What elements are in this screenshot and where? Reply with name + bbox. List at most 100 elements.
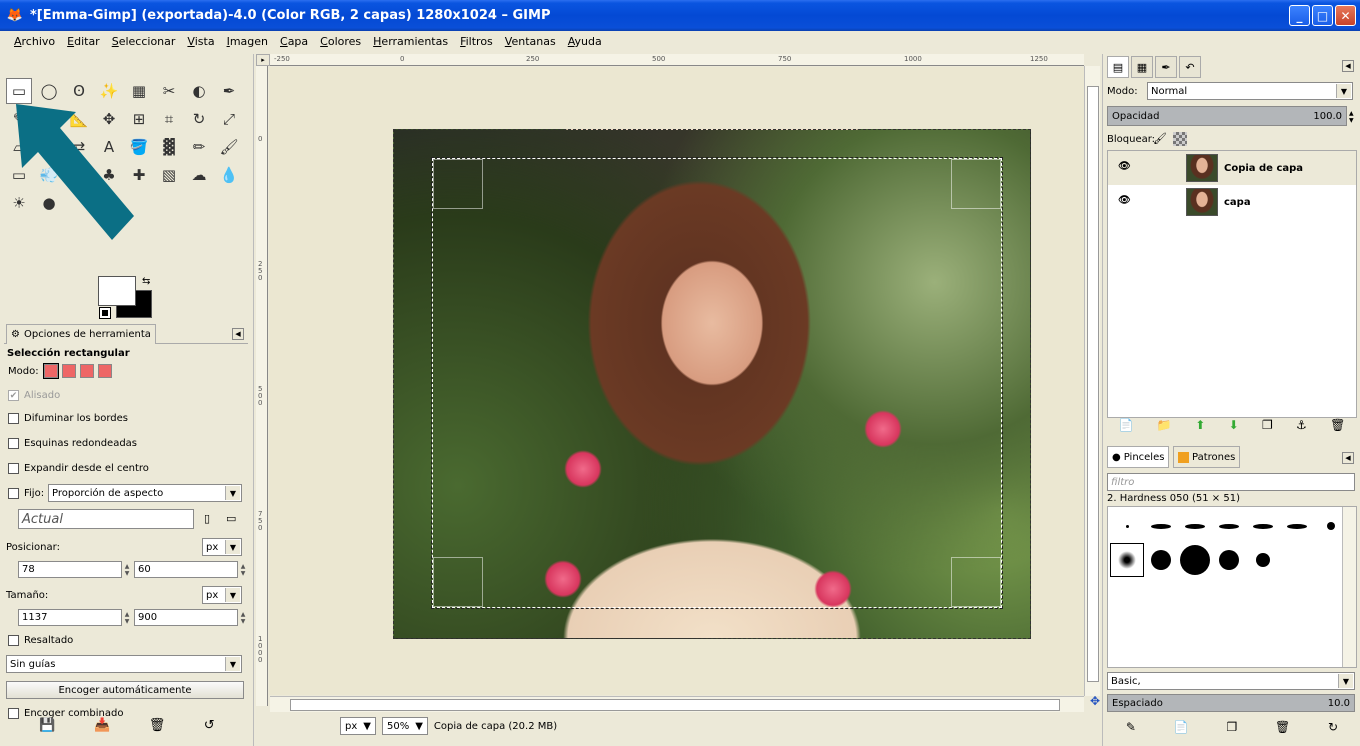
perspective-clone-icon[interactable]: ▧ [156, 162, 182, 188]
minimize-button[interactable]: _ [1289, 5, 1310, 26]
size-h-field[interactable]: 900 [134, 609, 238, 626]
brush-filter-input[interactable]: filtro [1107, 473, 1355, 491]
collapse-icon[interactable]: ◀ [1342, 452, 1354, 464]
rounded-row[interactable]: Esquinas redondeadas [8, 438, 137, 449]
brush-item[interactable] [1212, 509, 1246, 543]
layer-row[interactable]: 👁 Copia de capa [1108, 151, 1356, 185]
new-layer-icon[interactable]: 📄 [1119, 418, 1134, 438]
horizontal-scroll-thumb[interactable] [290, 699, 1060, 711]
highlight-row[interactable]: Resaltado [8, 635, 73, 646]
brush-item[interactable] [1280, 577, 1314, 611]
feather-row[interactable]: Difuminar los bordes [8, 413, 128, 424]
expand-checkbox[interactable] [8, 463, 19, 474]
brush-item[interactable] [1280, 543, 1314, 577]
size-unit-select[interactable]: px ▼ [202, 586, 242, 604]
brush-item[interactable] [1110, 509, 1144, 543]
position-unit-select[interactable]: px ▼ [202, 538, 242, 556]
shear-icon[interactable]: ▱ [6, 134, 32, 160]
magic-wand-icon[interactable]: ✨ [96, 78, 122, 104]
rect-select-icon[interactable]: ▭ [6, 78, 32, 104]
swap-colors-icon[interactable]: ⇆ [142, 276, 150, 287]
menu-ayuda[interactable]: Ayuda [562, 35, 608, 48]
horizontal-ruler[interactable]: -250 0 250 500 750 1000 1250 [270, 54, 1084, 66]
image-canvas[interactable] [393, 129, 1031, 639]
save-options-icon[interactable]: 💾 [39, 718, 55, 733]
new-brush-icon[interactable]: 📄 [1174, 720, 1189, 740]
antialias-row[interactable]: ✔ Alisado [8, 390, 60, 401]
brush-preset-select[interactable]: Basic, ▼ [1107, 672, 1355, 690]
mode-intersect-icon[interactable] [97, 364, 112, 378]
zoom-select[interactable]: 50% ▼ [381, 717, 428, 735]
tab-tool-options[interactable]: ⚙ Opciones de herramienta [6, 324, 156, 344]
delete-brush-icon[interactable]: 🗑 [1275, 720, 1290, 740]
brush-item[interactable] [1246, 611, 1280, 645]
text-icon[interactable]: A [96, 134, 122, 160]
menu-vista[interactable]: Vista [181, 35, 220, 48]
paintbrush-icon[interactable]: 🖌 [216, 134, 242, 160]
brush-item[interactable] [1144, 611, 1178, 645]
measure-icon[interactable]: 📐 [66, 106, 92, 132]
pos-x-field[interactable]: 78 [18, 561, 122, 578]
expand-row[interactable]: Expandir desde el centro [8, 463, 149, 474]
layer-name[interactable]: Copia de capa [1224, 163, 1303, 174]
pencil-icon[interactable]: ✏ [186, 134, 212, 160]
brush-item[interactable] [1178, 509, 1212, 543]
move-icon[interactable]: ✥ [96, 106, 122, 132]
brush-item[interactable] [1178, 543, 1212, 577]
scale-icon[interactable]: ⤢ [216, 106, 242, 132]
brush-item[interactable] [1212, 611, 1246, 645]
quickmask-corner-icon[interactable]: ▸ [256, 54, 270, 66]
lock-alpha-icon[interactable] [1173, 132, 1187, 146]
feather-checkbox[interactable] [8, 413, 19, 424]
vertical-ruler[interactable]: 0 2 5 0 5 0 0 7 5 0 1 0 0 0 [256, 66, 268, 706]
opacity-slider[interactable]: Opacidad 100.0 [1107, 106, 1347, 126]
visibility-eye-icon[interactable]: 👁 [1118, 195, 1131, 206]
tab-channels-icon[interactable]: ▦ [1131, 56, 1153, 78]
pos-x-spinner[interactable]: ▲ ▼ [122, 561, 132, 578]
unit-select[interactable]: px ▼ [340, 717, 376, 735]
lasso-icon[interactable]: ʘ [66, 78, 92, 104]
menu-capa[interactable]: Capa [274, 35, 314, 48]
menu-filtros[interactable]: Filtros [454, 35, 499, 48]
guides-select[interactable]: Sin guías ▼ [6, 655, 242, 673]
duplicate-layer-icon[interactable]: ❐ [1262, 418, 1273, 438]
size-w-spinner[interactable]: ▲ ▼ [122, 609, 132, 626]
smudge-icon[interactable]: ☁ [186, 162, 212, 188]
foreground-color[interactable] [98, 276, 136, 306]
brush-item[interactable] [1280, 509, 1314, 543]
dodge-icon[interactable]: ● [36, 190, 62, 216]
reset-options-icon[interactable]: ↺ [204, 718, 215, 733]
bucket-fill-icon[interactable]: 🪣 [126, 134, 152, 160]
brush-item[interactable] [1110, 577, 1144, 611]
layer-row[interactable]: 👁 capa [1108, 185, 1356, 219]
opacity-spinner[interactable]: ▲ ▼ [1349, 110, 1354, 124]
brush-item[interactable] [1144, 543, 1178, 577]
size-h-spinner[interactable]: ▲ ▼ [238, 609, 248, 626]
eraser-icon[interactable]: ▭ [6, 162, 32, 188]
tab-undo-icon[interactable]: ↶ [1179, 56, 1201, 78]
fixed-mode-select[interactable]: Proporción de aspecto ▼ [48, 484, 242, 502]
visibility-eye-icon[interactable]: 👁 [1118, 161, 1131, 172]
menu-herramientas[interactable]: Herramientas [367, 35, 454, 48]
selection-handle[interactable] [433, 557, 483, 607]
rounded-checkbox[interactable] [8, 438, 19, 449]
horizontal-scrollbar[interactable] [270, 696, 1084, 712]
brush-item[interactable] [1144, 577, 1178, 611]
brush-item[interactable] [1212, 543, 1246, 577]
rect-selection[interactable] [431, 157, 1003, 609]
spacing-slider[interactable]: Espaciado 10.0 [1107, 694, 1355, 712]
new-group-icon[interactable]: 📁 [1157, 418, 1172, 438]
brush-item[interactable] [1178, 577, 1212, 611]
blend-icon[interactable]: ▓ [156, 134, 182, 160]
align-icon[interactable]: ⊞ [126, 106, 152, 132]
tab-brushes[interactable]: ● Pinceles [1107, 446, 1170, 468]
fixed-checkbox[interactable] [8, 488, 19, 499]
layer-name[interactable]: capa [1224, 197, 1251, 208]
blur-icon[interactable]: 💧 [216, 162, 242, 188]
selection-handle[interactable] [433, 159, 483, 209]
menu-editar[interactable]: Editar [61, 35, 106, 48]
mode-subtract-icon[interactable] [79, 364, 94, 378]
perspective-icon[interactable]: ⬚ [36, 134, 62, 160]
brush-item[interactable] [1280, 611, 1314, 645]
menu-ventanas[interactable]: Ventanas [499, 35, 562, 48]
